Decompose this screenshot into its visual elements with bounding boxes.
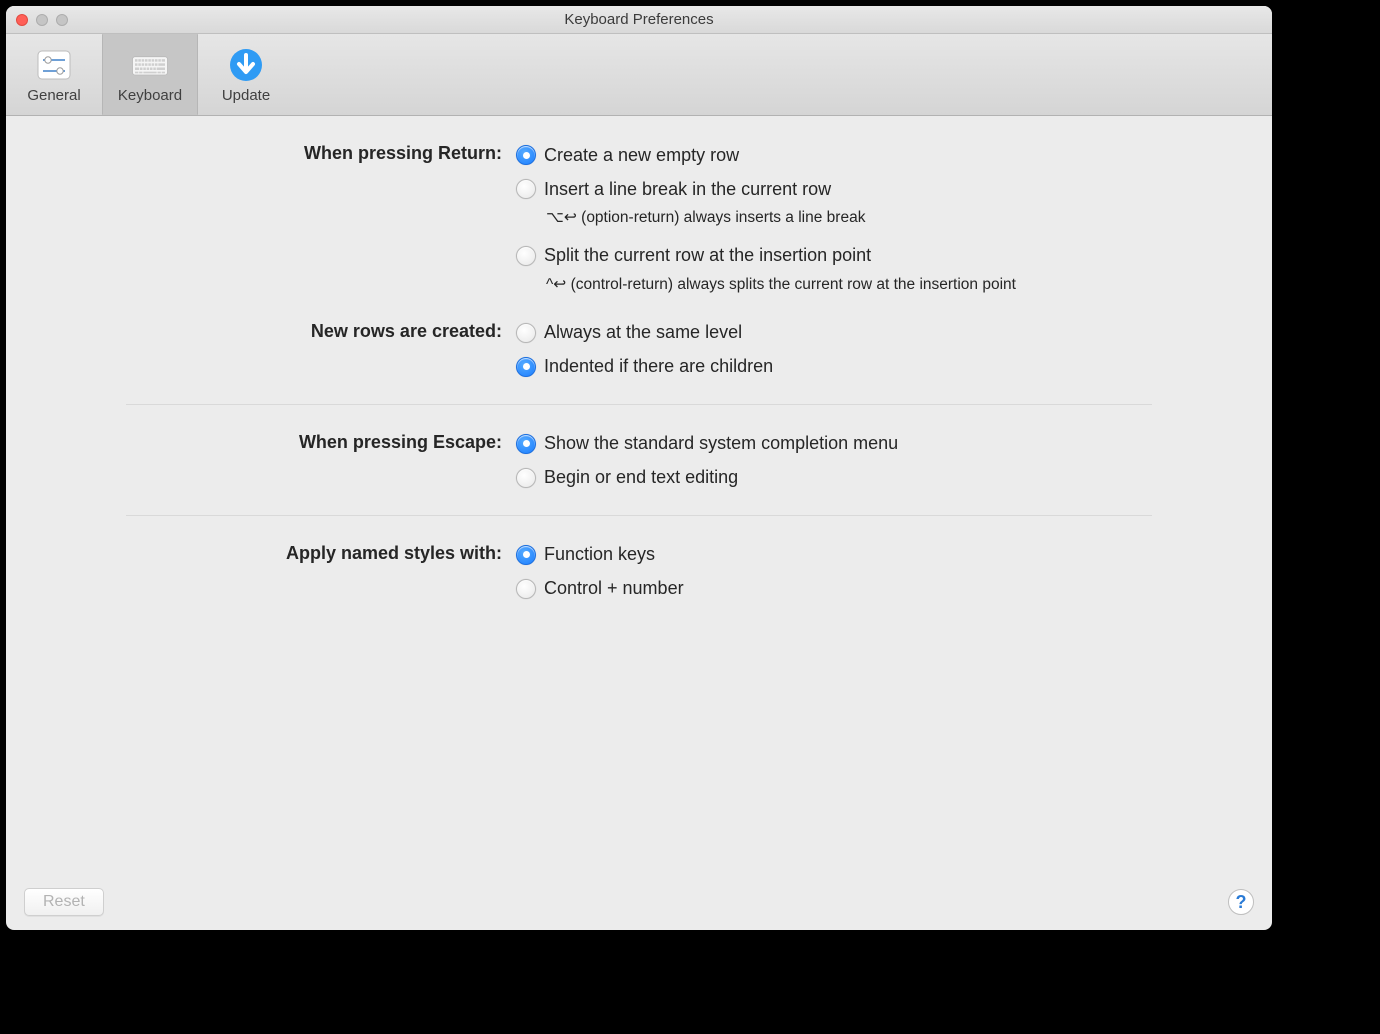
close-button[interactable] [16, 14, 28, 26]
toolbar-tab-label: Keyboard [118, 87, 182, 104]
help-button[interactable]: ? [1228, 889, 1254, 915]
radio-icon [516, 579, 536, 599]
sliders-icon [34, 45, 74, 85]
footer: Reset ? [24, 888, 1254, 916]
radio-icon [516, 145, 536, 165]
radio-icon [516, 323, 536, 343]
radio-icon [516, 434, 536, 454]
radio-icon [516, 357, 536, 377]
download-arrow-icon [226, 45, 266, 85]
radio-return-line-break[interactable]: Insert a line break in the current row [516, 174, 1152, 204]
toolbar-tab-label: Update [222, 87, 270, 104]
toolbar-tab-general[interactable]: General [6, 34, 102, 115]
titlebar: Keyboard Preferences [6, 6, 1272, 34]
radio-label: Create a new empty row [544, 145, 739, 166]
traffic-lights [16, 14, 68, 26]
radio-icon [516, 246, 536, 266]
radio-icon [516, 468, 536, 488]
toolbar-tab-keyboard[interactable]: Keyboard [102, 34, 198, 115]
radio-label: Function keys [544, 544, 655, 565]
radio-icon [516, 179, 536, 199]
radio-icon [516, 545, 536, 565]
preferences-window: Keyboard Preferences General [6, 6, 1272, 930]
radio-label: Always at the same level [544, 322, 742, 343]
hint-text: ⌥↩︎ (option-return) always inserts a lin… [546, 208, 1106, 229]
section-label: New rows are created: [126, 318, 516, 386]
radio-label: Indented if there are children [544, 356, 773, 377]
section-label: When pressing Escape: [126, 429, 516, 497]
section-label: When pressing Return: [126, 140, 516, 308]
zoom-button[interactable] [56, 14, 68, 26]
radio-styles-control-number[interactable]: Control + number [516, 574, 1152, 604]
reset-button[interactable]: Reset [24, 888, 104, 916]
radio-return-new-row[interactable]: Create a new empty row [516, 140, 1152, 170]
section-label: Apply named styles with: [126, 540, 516, 608]
radio-escape-editing[interactable]: Begin or end text editing [516, 463, 1152, 493]
divider [126, 515, 1152, 516]
radio-label: Show the standard system completion menu [544, 433, 898, 454]
section-new-rows: New rows are created: Always at the same… [126, 318, 1152, 386]
toolbar-tab-update[interactable]: Update [198, 34, 294, 115]
hint-text: ^↩︎ (control-return) always splits the c… [546, 275, 1106, 296]
toolbar: General Keyboard [6, 34, 1272, 116]
divider [126, 404, 1152, 405]
radio-styles-function-keys[interactable]: Function keys [516, 540, 1152, 570]
radio-label: Split the current row at the insertion p… [544, 245, 871, 266]
radio-label: Begin or end text editing [544, 467, 738, 488]
section-styles: Apply named styles with: Function keys C… [126, 540, 1152, 608]
radio-label: Insert a line break in the current row [544, 179, 831, 200]
radio-escape-completion[interactable]: Show the standard system completion menu [516, 429, 1152, 459]
window-title: Keyboard Preferences [16, 11, 1262, 28]
radio-label: Control + number [544, 578, 684, 599]
keyboard-icon [130, 45, 170, 85]
radio-new-rows-indented[interactable]: Indented if there are children [516, 352, 1152, 382]
minimize-button[interactable] [36, 14, 48, 26]
toolbar-tab-label: General [27, 87, 80, 104]
radio-new-rows-same-level[interactable]: Always at the same level [516, 318, 1152, 348]
content: When pressing Return: Create a new empty… [6, 116, 1272, 930]
section-escape: When pressing Escape: Show the standard … [126, 429, 1152, 497]
section-return: When pressing Return: Create a new empty… [126, 140, 1152, 308]
radio-return-split[interactable]: Split the current row at the insertion p… [516, 241, 1152, 271]
